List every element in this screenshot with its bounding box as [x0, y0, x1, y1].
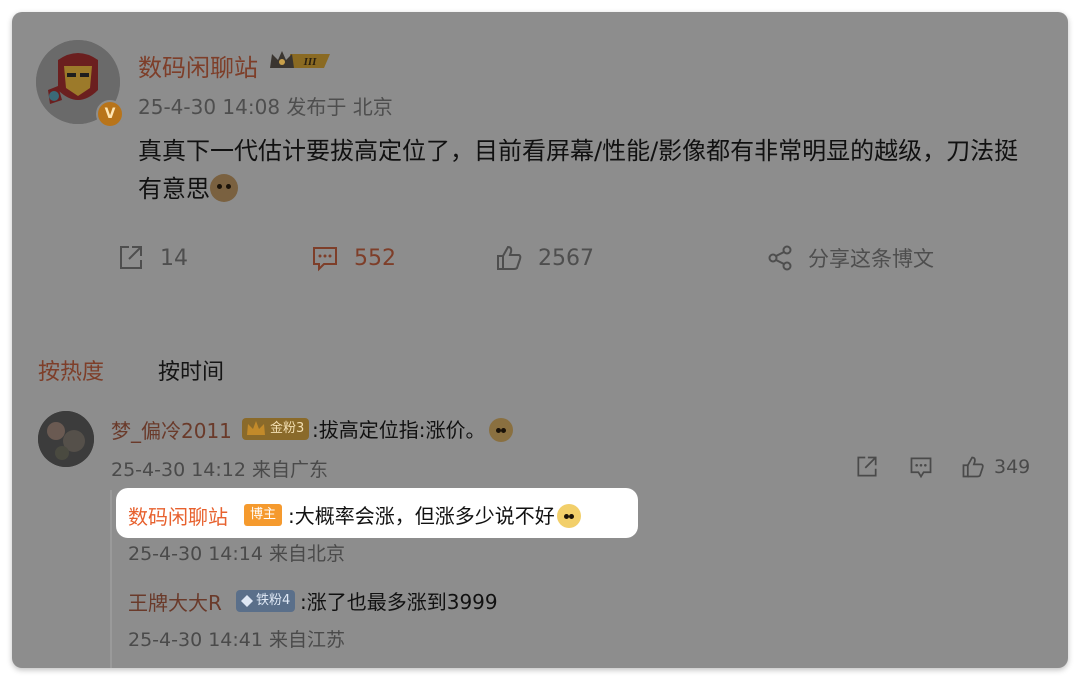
iron-fan-label: 铁粉4: [256, 593, 291, 608]
iron-fan-badge: 铁粉4: [236, 590, 296, 612]
post-body: 真真下一代估计要拔高定位了，目前看屏幕/性能/影像都有非常明显的越级，刀法挺有意…: [138, 132, 1038, 208]
repost-icon: [120, 246, 142, 269]
author-name[interactable]: 数码闲聊站: [138, 48, 258, 83]
comment-icon: [313, 247, 337, 272]
commenter-avatar[interactable]: [38, 411, 94, 467]
reply-author[interactable]: 数码闲聊站: [128, 501, 228, 530]
post-meta: 25-4-30 14:08 发布于 北京: [138, 95, 393, 119]
reply-meta: 25-4-30 14:14 来自北京: [128, 543, 345, 565]
comment-icon: [910, 457, 932, 479]
repost-icon: [857, 456, 877, 477]
reply-thread-line: [110, 490, 112, 668]
like-icon: [497, 245, 522, 270]
diamond-badge-icon: [241, 595, 253, 607]
repost-button[interactable]: 14: [116, 242, 188, 274]
doge-emoji-icon: [489, 418, 514, 442]
comment-like-count: 349: [994, 456, 1031, 478]
comment-reply-button[interactable]: [908, 454, 934, 480]
like-count: 2567: [538, 245, 594, 271]
comment-count: 552: [354, 245, 396, 271]
reply-meta: 25-4-30 14:41 来自江苏: [128, 629, 345, 651]
comment-meta: 25-4-30 14:12 来自广东: [111, 459, 328, 481]
doge-emoji-icon: [556, 504, 581, 528]
comment-repost-button[interactable]: [854, 454, 880, 480]
repost-count: 14: [160, 245, 188, 271]
gold-fan-badge: 金粉3: [242, 418, 310, 440]
tab-sort-hot[interactable]: 按热度: [38, 354, 104, 386]
comment-text: :拔高定位指:涨价。: [312, 414, 514, 443]
gold-fan-label: 金粉3: [270, 421, 305, 436]
comment-author[interactable]: 梦_偏冷2011: [111, 415, 232, 444]
like-icon: [962, 456, 984, 478]
host-badge: 博主: [244, 504, 283, 526]
reply-text-content: :大概率会涨，但涨多少说不好: [288, 504, 555, 528]
crown-badge-icon: [247, 421, 265, 435]
cat-emoji-icon: [210, 174, 238, 202]
reply-text: :涨了也最多涨到3999: [300, 590, 498, 614]
comment-text-content: :拔高定位指:涨价。: [312, 418, 486, 442]
reply-text: :大概率会涨，但涨多少说不好: [288, 500, 581, 529]
comment-button[interactable]: 552: [310, 242, 396, 274]
post-card: V 数码闲聊站 III 25-4-30 14:08 发布于 北京 真真下一代估计…: [12, 12, 1068, 668]
reply-author[interactable]: 王牌大大R: [128, 587, 222, 616]
post-text: 真真下一代估计要拔高定位了，目前看屏幕/性能/影像都有非常明显的越级，刀法挺有意…: [138, 137, 1019, 203]
like-button[interactable]: 2567: [494, 242, 594, 274]
tab-sort-time[interactable]: 按时间: [158, 354, 224, 386]
commenter-avatar-image: [38, 411, 94, 467]
crown-icon: III: [268, 48, 334, 74]
comment-like-button[interactable]: 349: [960, 454, 1030, 480]
share-button[interactable]: 分享这条博文: [766, 242, 934, 274]
crown-level: III: [303, 56, 318, 68]
share-label: 分享这条博文: [808, 247, 934, 271]
verified-badge: V: [96, 100, 124, 128]
share-icon: [768, 245, 792, 271]
